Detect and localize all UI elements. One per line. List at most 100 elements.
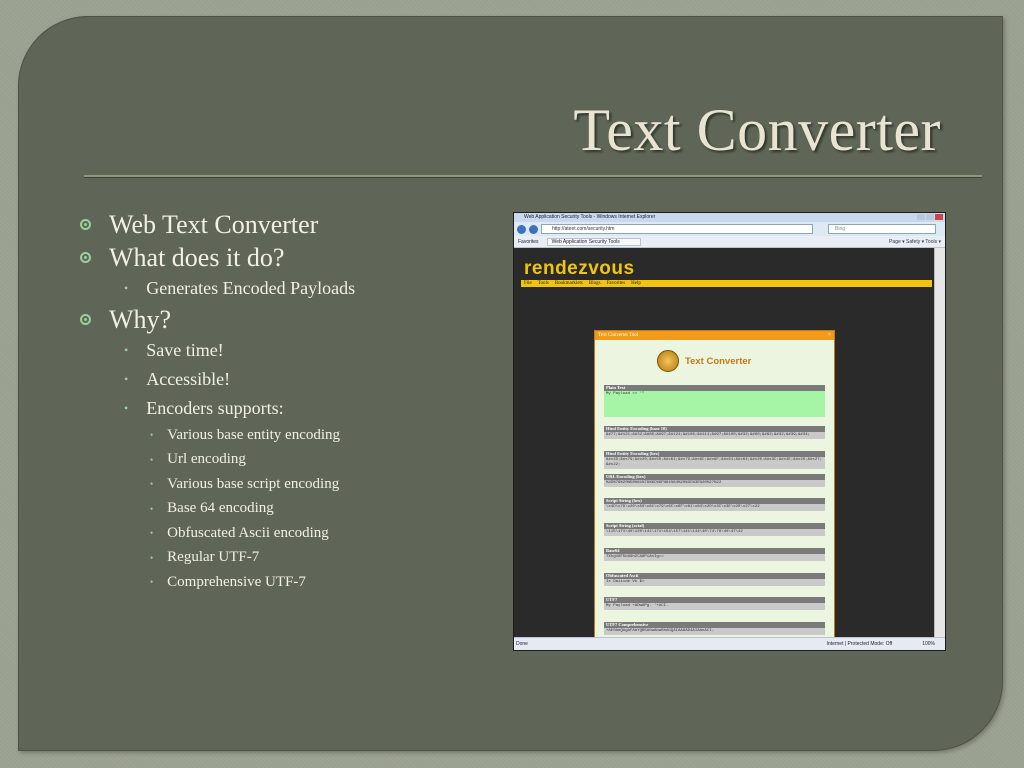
encoding-section: UTF7 Comprehensive +AE0AeQAgAFAAYQB5AGwAb…	[604, 622, 825, 635]
encoding-section-value: \x4D\x79\x20\x50\x61\x79\x6C\x6F\x61\x64…	[604, 504, 825, 511]
status-zone: Internet | Protected Mode: Off	[826, 641, 893, 647]
address-field: http://ateet.com/security.htm	[541, 224, 813, 234]
dialog-title: Text Converter Tool	[598, 333, 639, 338]
browser-tab: Web Application Security Tools	[546, 237, 641, 246]
bullet-item: • Obfuscated Ascii encoding	[80, 521, 355, 546]
bullet-text: Comprehensive UTF-7	[167, 573, 306, 590]
bullet-text: Accessible!	[146, 369, 231, 389]
encoding-section: Html Entity Encoding (hex) &#x4D;&#x79;&#…	[604, 451, 825, 469]
browser-title: Web Application Security Tools - Windows…	[524, 214, 656, 220]
dialog-header: Text Converter Tool ×	[595, 331, 834, 340]
bullet-text: Why?	[109, 304, 172, 334]
site-logo: rendezvous	[524, 258, 635, 279]
bullet-item: • Base 64 encoding	[80, 497, 355, 522]
encoding-section: Obfuscated Ascii Ix Daiiide Vk $>	[604, 573, 825, 586]
bullet-item: • Various base entity encoding	[80, 423, 355, 448]
bullet-text: Save time!	[146, 340, 224, 360]
dialog-logo-label: Text Converter	[685, 355, 752, 367]
back-icon	[517, 224, 526, 234]
site-menu-item: Bookmarklets	[554, 281, 583, 286]
encoding-section-value: Ix Daiiide Vk $>	[604, 579, 825, 586]
bullet-item: What does it do?	[80, 241, 355, 274]
text-converter-dialog: Text Converter Tool × Text Converter Pla…	[594, 330, 835, 650]
browser-status-bar: Done Internet | Protected Mode: Off 100%	[514, 637, 945, 650]
bullet-item: • Save time!	[80, 336, 355, 365]
forward-icon	[529, 224, 538, 234]
bullet-text: Encoders supports:	[146, 398, 284, 418]
dialog-close-icon: ×	[828, 333, 831, 338]
status-text: Done	[516, 641, 528, 647]
site-menu-item: Favorites	[606, 281, 626, 286]
bullet-icon: •	[150, 454, 154, 465]
address-bar-row: http://ateet.com/security.htm Bing	[514, 222, 945, 236]
bullet-item: • Comprehensive UTF-7	[80, 570, 355, 595]
encoding-section: UTF7 My Payload +ADwAPg- '+ACI-	[604, 597, 825, 610]
bullet-icon: •	[150, 479, 154, 490]
maximize-icon	[926, 214, 934, 220]
encoding-section-value: +AE0AeQAgAFAAYQB5AGwAbwBhAGQAIAA8AD4AIAA…	[604, 628, 825, 635]
encoding-section: URL Encoding (hex) %4D%79%20%50%61%79%6C%…	[604, 474, 825, 487]
site-menu-item: Blogs	[588, 281, 601, 286]
bullet-icon	[80, 252, 91, 263]
encoding-section: Base64 TXkgUGF5bG9hZCA8PiAnIg==	[604, 548, 825, 561]
encoding-section-value: My Payload +ADwAPg- '+ACI-	[604, 603, 825, 610]
bullet-item: Web Text Converter	[80, 208, 355, 241]
favorites-bar: Favorites Web Application Security Tools…	[514, 236, 945, 248]
bullet-icon: •	[150, 528, 154, 539]
bullet-item: • Regular UTF-7	[80, 546, 355, 571]
bullet-text: What does it do?	[109, 242, 285, 272]
site-menu-item: Tools	[537, 281, 549, 286]
bullet-icon	[80, 314, 91, 325]
bullet-item: • Url encoding	[80, 448, 355, 473]
bullet-icon	[80, 219, 91, 230]
encoding-section-value: &#x4D;&#x79;&#x20;&#x50;&#x61;&#x79;&#x6…	[604, 457, 825, 469]
embedded-browser-screenshot: Web Application Security Tools - Windows…	[513, 212, 946, 651]
bullet-text: Url encoding	[167, 451, 246, 468]
site-menu-item: File	[524, 281, 532, 286]
bullet-icon: •	[124, 281, 129, 295]
bullet-text: Web Text Converter	[109, 209, 319, 239]
page-scrollbar	[934, 248, 945, 638]
bullet-icon: •	[124, 343, 129, 357]
site-menu: File Tools Bookmarklets Blogs Favorites Help	[521, 280, 932, 287]
bullet-item: • Encoders supports:	[80, 394, 355, 423]
bullet-item: • Accessible!	[80, 365, 355, 394]
bullet-text: Generates Encoded Payloads	[146, 278, 356, 298]
bullet-icon: •	[150, 503, 154, 514]
bullet-item: • Various base script encoding	[80, 472, 355, 497]
encoding-section-value: &#77;&#121;&#32;&#80;&#97;&#121;&#108;&#…	[604, 432, 825, 439]
bullet-item: Why?	[80, 303, 355, 336]
bullet-text: Regular UTF-7	[167, 549, 260, 566]
bullet-text: Various base entity encoding	[167, 426, 341, 443]
encoding-section-value: TXkgUGF5bG9hZCA8PiAnIg==	[604, 554, 825, 561]
bullet-icon: •	[124, 372, 129, 386]
rendezvous-icon	[657, 350, 679, 372]
title-divider	[84, 175, 982, 178]
bullet-icon: •	[150, 552, 154, 563]
bullet-text: Obfuscated Ascii encoding	[167, 524, 329, 541]
encoding-section: Script String (octal) \115\171\40\120\141…	[604, 523, 825, 536]
encoding-section-value: \115\171\40\120\141\171\154\157\141\144\…	[604, 529, 825, 536]
site-content: rendezvous File Tools Bookmarklets Blogs Fav…	[514, 248, 934, 650]
bullet-icon: •	[124, 401, 129, 415]
encoding-section-value: My Payload <> '"	[604, 391, 825, 417]
browser-title-bar: Web Application Security Tools - Windows…	[514, 213, 945, 222]
browser-tools-menu: Page ▾ Safety ▾ Tools ▾	[889, 238, 941, 245]
encoding-section-value: %4D%79%20%50%61%79%6C%6F%61%64%20%3C%3E%…	[604, 480, 825, 487]
site-menu-item: Help	[631, 281, 641, 286]
close-window-icon	[935, 214, 943, 220]
bullet-text: Various base script encoding	[167, 475, 340, 492]
dialog-logo: Text Converter	[657, 350, 751, 372]
bullet-icon: •	[150, 577, 154, 588]
minimize-icon	[917, 214, 925, 220]
favorites-label: Favorites	[518, 238, 539, 245]
encoding-section: Plain Text My Payload <> '"	[604, 385, 825, 417]
bullet-item: • Generates Encoded Payloads	[80, 274, 355, 303]
encoding-section: Html Entity Encoding (base 10) &#77;&#121…	[604, 426, 825, 439]
bullet-list: Web Text Converter What does it do? • Gener…	[80, 208, 355, 595]
slide-title: Text Converter	[573, 97, 941, 163]
bullet-icon: •	[150, 430, 154, 441]
status-zoom: 100%	[922, 641, 935, 647]
bullet-text: Base 64 encoding	[167, 500, 274, 517]
search-field: Bing	[828, 224, 936, 234]
